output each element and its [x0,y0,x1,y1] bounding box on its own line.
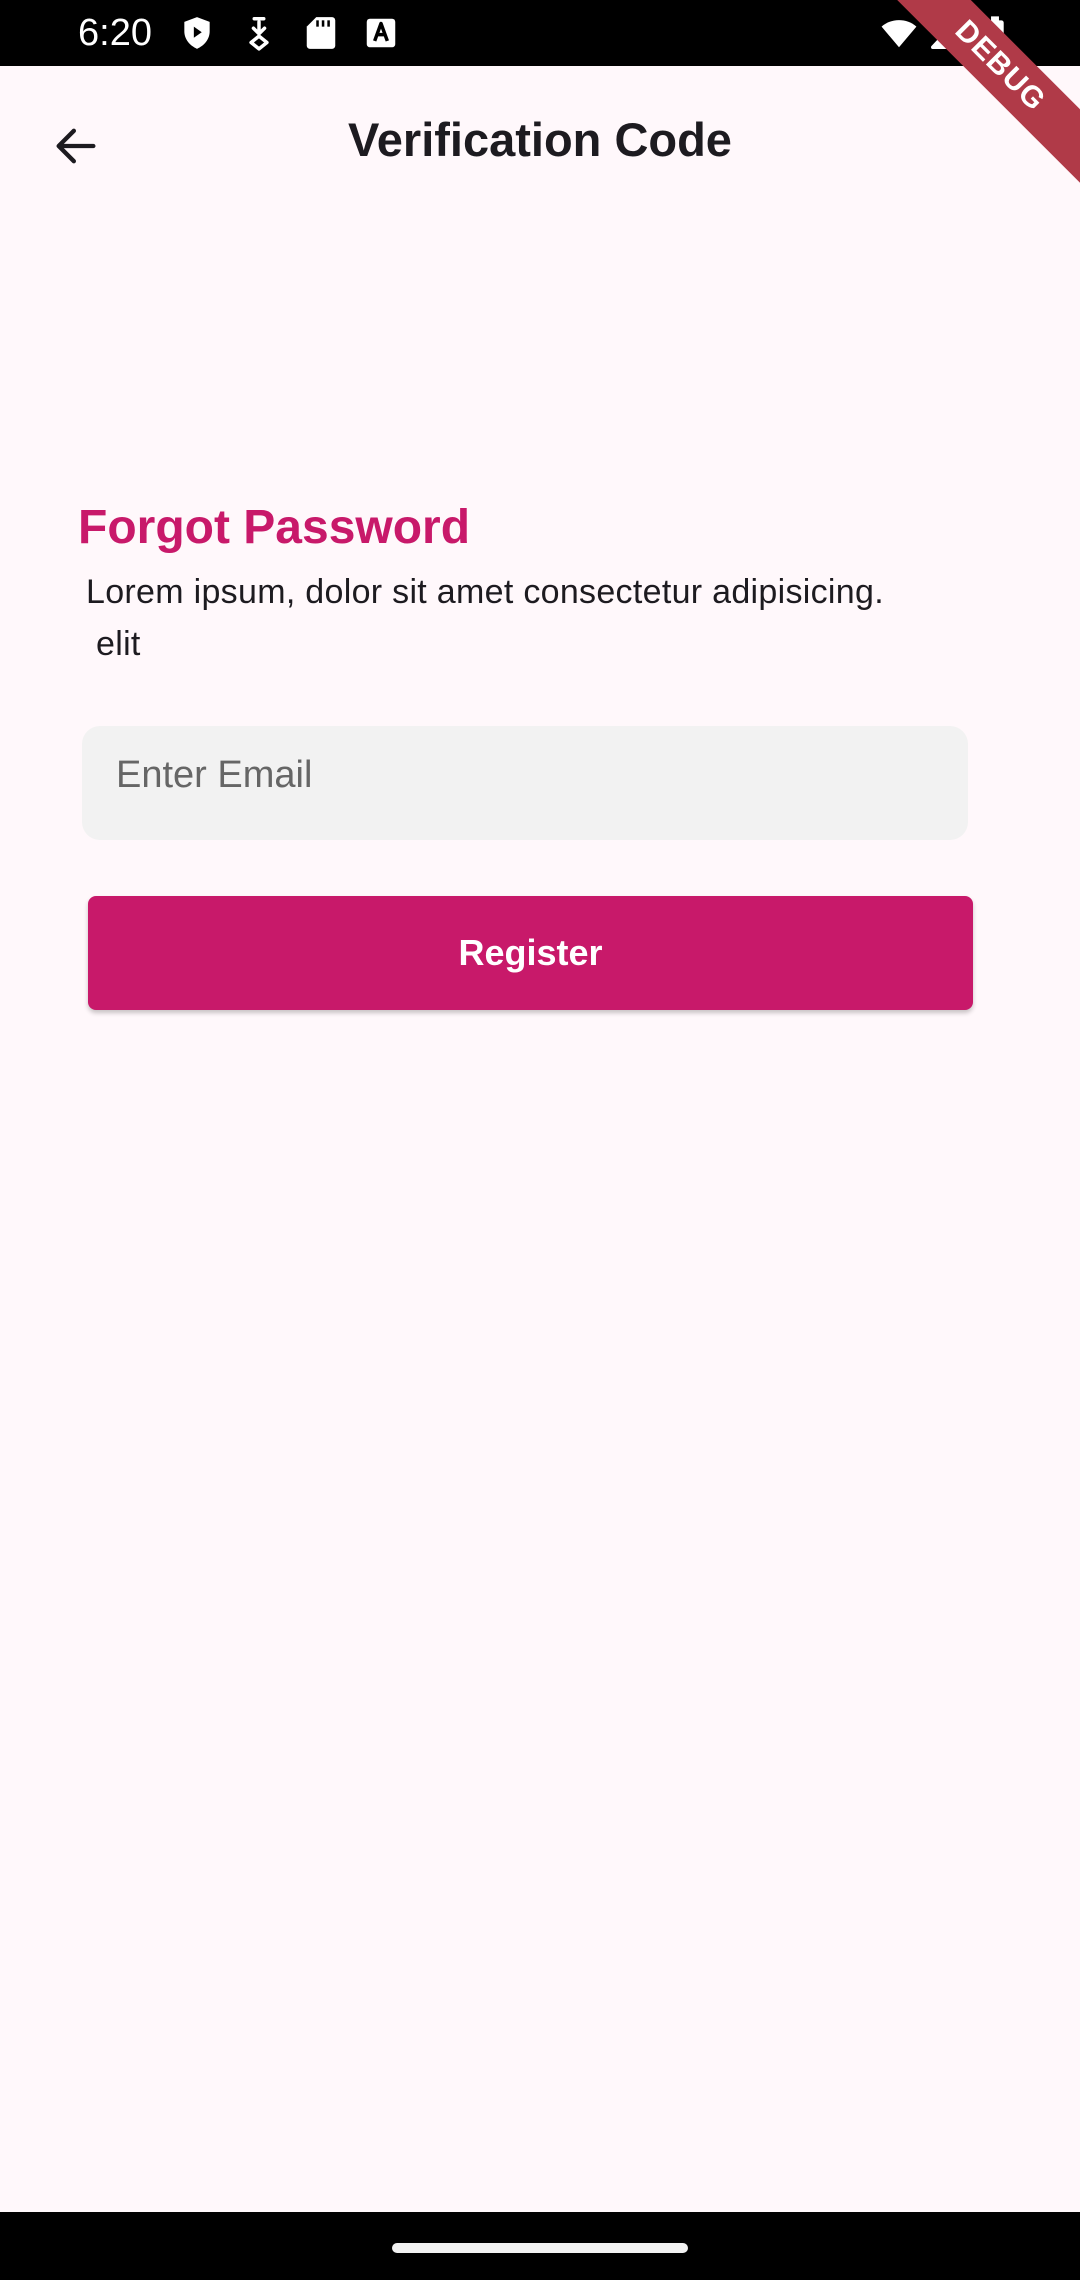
description-line-2: elit [96,625,141,663]
page-title: Verification Code [348,113,732,166]
screen: 6:20 DEBUG Verification Code Forgot Pass… [0,0,1080,2280]
register-button[interactable]: Register [88,896,973,1010]
email-field[interactable] [82,726,968,840]
description-line-1: Lorem ipsum, dolor sit amet consectetur … [86,573,884,611]
navigation-bar [0,2212,1080,2280]
description-text: Lorem ipsum, dolor sit amet consectetur … [86,566,986,670]
font-a-icon [362,14,400,52]
forgot-password-heading: Forgot Password [78,501,471,554]
app-bar: Verification Code [0,66,1080,220]
wifi-icon [880,14,918,52]
home-indicator[interactable] [392,2243,688,2253]
sd-card-icon [302,14,340,52]
shield-play-icon [178,14,216,52]
status-time: 6:20 [78,12,152,54]
download-arrow-icon [240,14,278,52]
